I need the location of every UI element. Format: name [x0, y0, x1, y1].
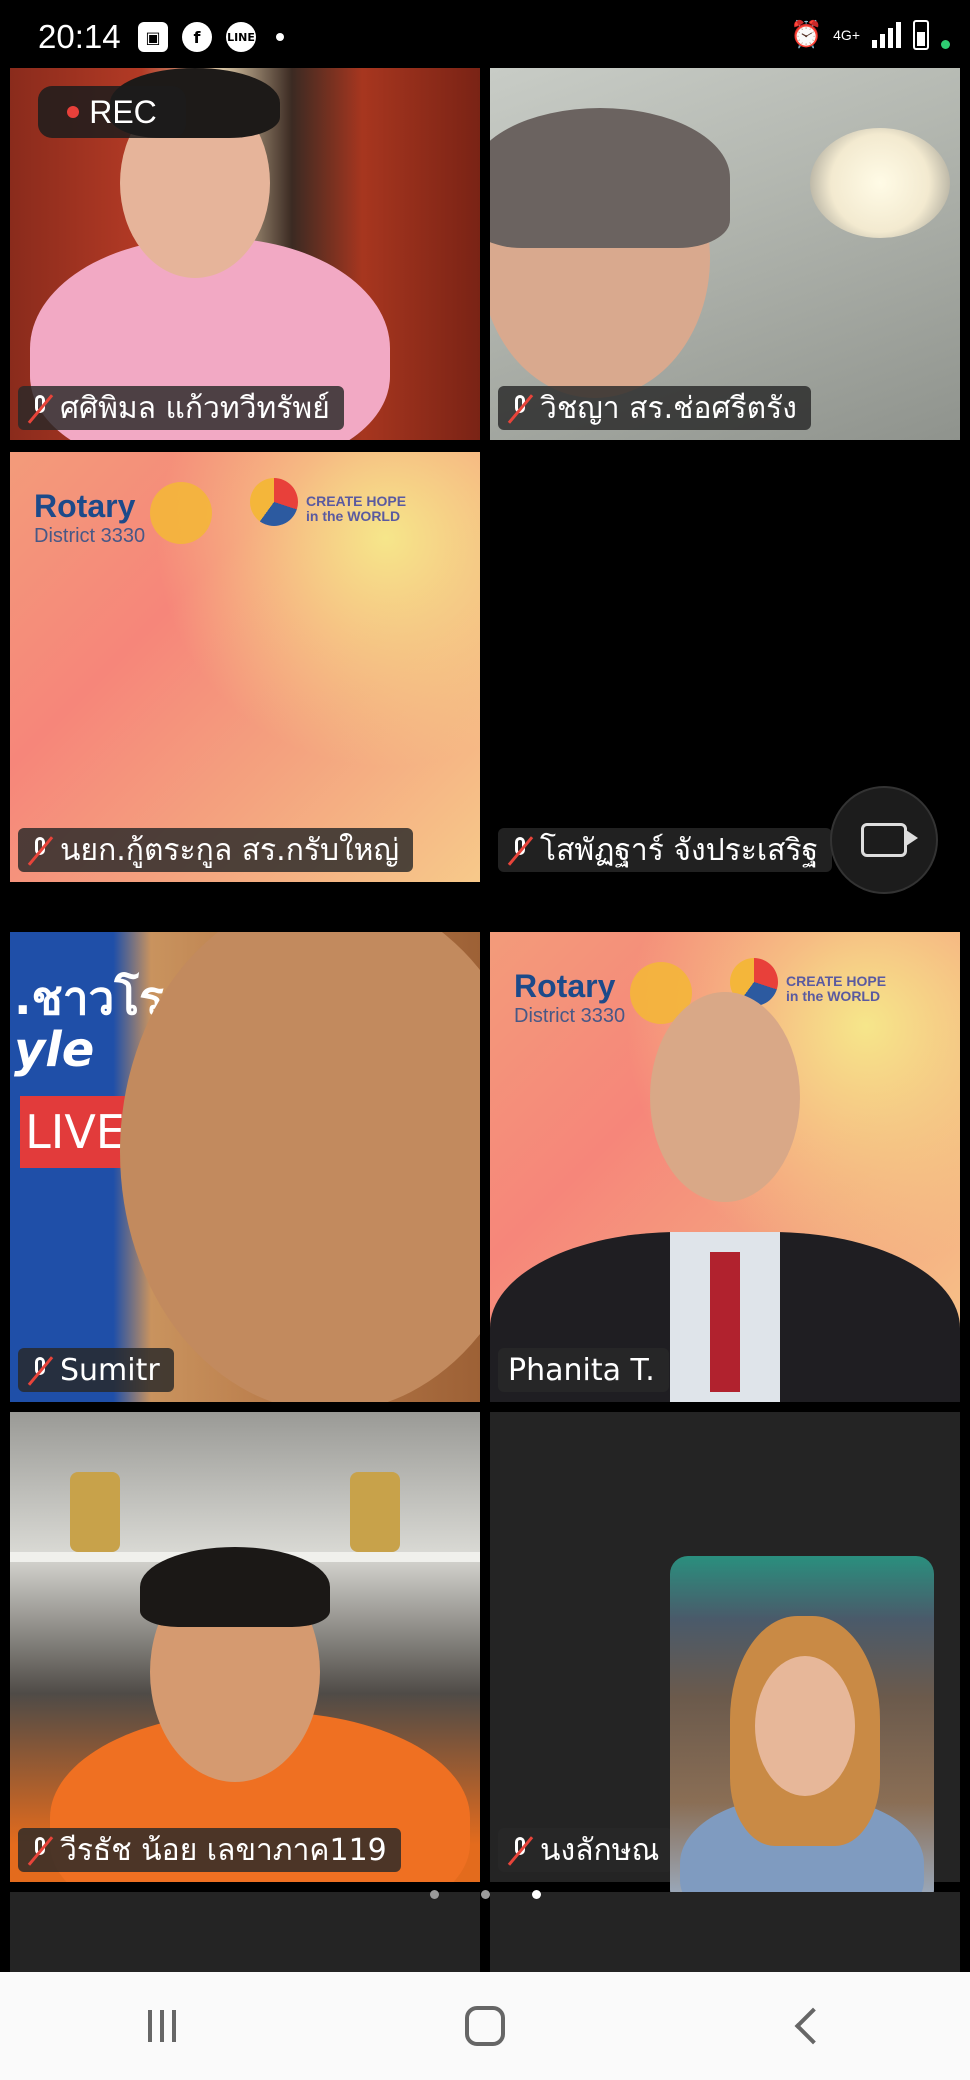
participant-name: ศศิพิมล แก้วทวีทรัพย์	[60, 390, 330, 426]
record-dot-icon	[67, 106, 80, 118]
rotary-district: District 3330	[34, 525, 146, 547]
recording-indicator: REC	[38, 86, 186, 138]
self-view-video[interactable]	[670, 1556, 934, 1908]
trophy	[70, 1472, 120, 1552]
participant-name-tag: ศศิพิมล แก้วทวีทรัพย์	[18, 386, 344, 430]
home-button[interactable]	[445, 1986, 525, 2066]
participant-name-tag: Sumitr	[18, 1348, 174, 1392]
participant-name-tag: Phanita T.	[498, 1348, 669, 1392]
rotary-district: District 3330	[514, 1005, 626, 1027]
participant-name-tag: วิชญา สร.ช่อศรีตรัง	[498, 386, 811, 430]
participant-name: Phanita T.	[508, 1352, 655, 1388]
mic-muted-icon	[28, 1355, 52, 1385]
participant-name: นยก.กู้ตระกูล สร.กรับใหญ่	[60, 832, 400, 868]
slogan-line-2: in the WORLD	[306, 508, 401, 524]
mic-muted-icon	[508, 1835, 532, 1865]
back-icon	[794, 2007, 832, 2045]
participant-hair	[140, 1547, 330, 1627]
page-indicator	[0, 1890, 970, 1899]
participant-face	[120, 932, 480, 1402]
back-button[interactable]	[768, 1986, 848, 2066]
participant-face	[650, 992, 800, 1202]
more-notifications-icon	[276, 33, 284, 41]
notification-icons: ▣ f LINE	[138, 22, 284, 52]
slogan-line-1: CREATE HOPE	[306, 493, 407, 509]
page-dot[interactable]	[480, 1890, 490, 1899]
background-text-2: yle	[14, 1022, 95, 1078]
participant-name: นงลักษณ	[540, 1832, 660, 1868]
video-tile-participant-5[interactable]: .ชาวโร yle LIVE Sumitr	[10, 932, 480, 1402]
participant-name: Sumitr	[60, 1352, 160, 1388]
alarm-icon: ⏰	[789, 20, 823, 50]
facebook-icon: f	[182, 22, 212, 52]
video-tile-participant-9[interactable]	[10, 1892, 480, 1972]
mic-muted-icon	[28, 1835, 52, 1865]
self-face	[755, 1656, 855, 1796]
status-bar: 20:14 ▣ f LINE ⏰ 4G+	[0, 0, 970, 64]
rotary-brand: Rotary	[514, 968, 616, 1004]
participant-name-tag: นยก.กู้ตระกูล สร.กรับใหญ่	[18, 828, 414, 872]
recent-apps-icon	[147, 2010, 176, 2042]
video-toggle-button[interactable]	[830, 786, 938, 894]
slogan-line-2: in the WORLD	[786, 988, 881, 1004]
video-camera-icon	[861, 823, 918, 857]
recording-label: REC	[89, 93, 157, 130]
rotary-logo: Rotary District 3330	[514, 968, 625, 1028]
participant-name-tag: โสพัฏฐาร์ จังประเสริฐ	[498, 828, 833, 872]
rotary-wheel-icon	[150, 482, 212, 544]
recent-apps-button[interactable]	[122, 1986, 202, 2066]
system-icons: ⏰ 4G+	[789, 20, 950, 50]
video-tile-participant-10[interactable]	[490, 1892, 960, 1972]
create-hope-slogan: CREATE HOPE in the WORLD	[786, 974, 886, 1004]
create-hope-logo-icon	[250, 478, 298, 526]
mic-muted-icon	[508, 393, 532, 423]
create-hope-slogan: CREATE HOPE in the WORLD	[306, 494, 406, 524]
video-tile-participant-6[interactable]: Rotary District 3330 CREATE HOPE in the …	[490, 932, 960, 1402]
video-tile-participant-2[interactable]: วิชญา สร.ช่อศรีตรัง	[490, 68, 960, 440]
participant-name: วิชญา สร.ช่อศรีตรัง	[540, 390, 797, 426]
participant-name-tag: นงลักษณ	[498, 1828, 674, 1872]
status-time: 20:14	[38, 18, 121, 55]
slogan-line-1: CREATE HOPE	[786, 973, 887, 989]
video-tile-participant-7[interactable]: วีรธัช น้อย เลขาภาค119	[10, 1412, 480, 1882]
participant-name-tag: วีรธัช น้อย เลขาภาค119	[18, 1828, 401, 1872]
participant-hair	[490, 108, 730, 248]
privacy-indicator-icon	[941, 39, 950, 49]
system-nav-bar	[0, 1972, 970, 2080]
ceiling-lamp	[810, 128, 950, 238]
network-type: 4G+	[833, 27, 860, 43]
rotary-logo: Rotary District 3330	[34, 488, 145, 548]
participant-name: โสพัฏฐาร์ จังประเสริฐ	[540, 832, 819, 868]
line-icon: LINE	[226, 22, 256, 52]
mic-muted-icon	[28, 393, 52, 423]
gallery-icon: ▣	[138, 22, 168, 52]
live-badge: LIVE	[20, 1096, 130, 1168]
rotary-brand: Rotary	[34, 488, 136, 524]
mic-muted-icon	[28, 835, 52, 865]
battery-icon	[913, 20, 929, 50]
participant-name: วีรธัช น้อย เลขาภาค119	[60, 1832, 387, 1868]
trophy	[350, 1472, 400, 1552]
page-dot[interactable]	[429, 1890, 439, 1899]
signal-icon	[872, 22, 901, 48]
video-tile-participant-3[interactable]: Rotary District 3330 CREATE HOPE in the …	[10, 452, 480, 882]
home-icon	[464, 2006, 505, 2046]
page-dot-active[interactable]	[531, 1890, 541, 1899]
mic-muted-icon	[508, 835, 532, 865]
participant-tie	[710, 1252, 740, 1392]
